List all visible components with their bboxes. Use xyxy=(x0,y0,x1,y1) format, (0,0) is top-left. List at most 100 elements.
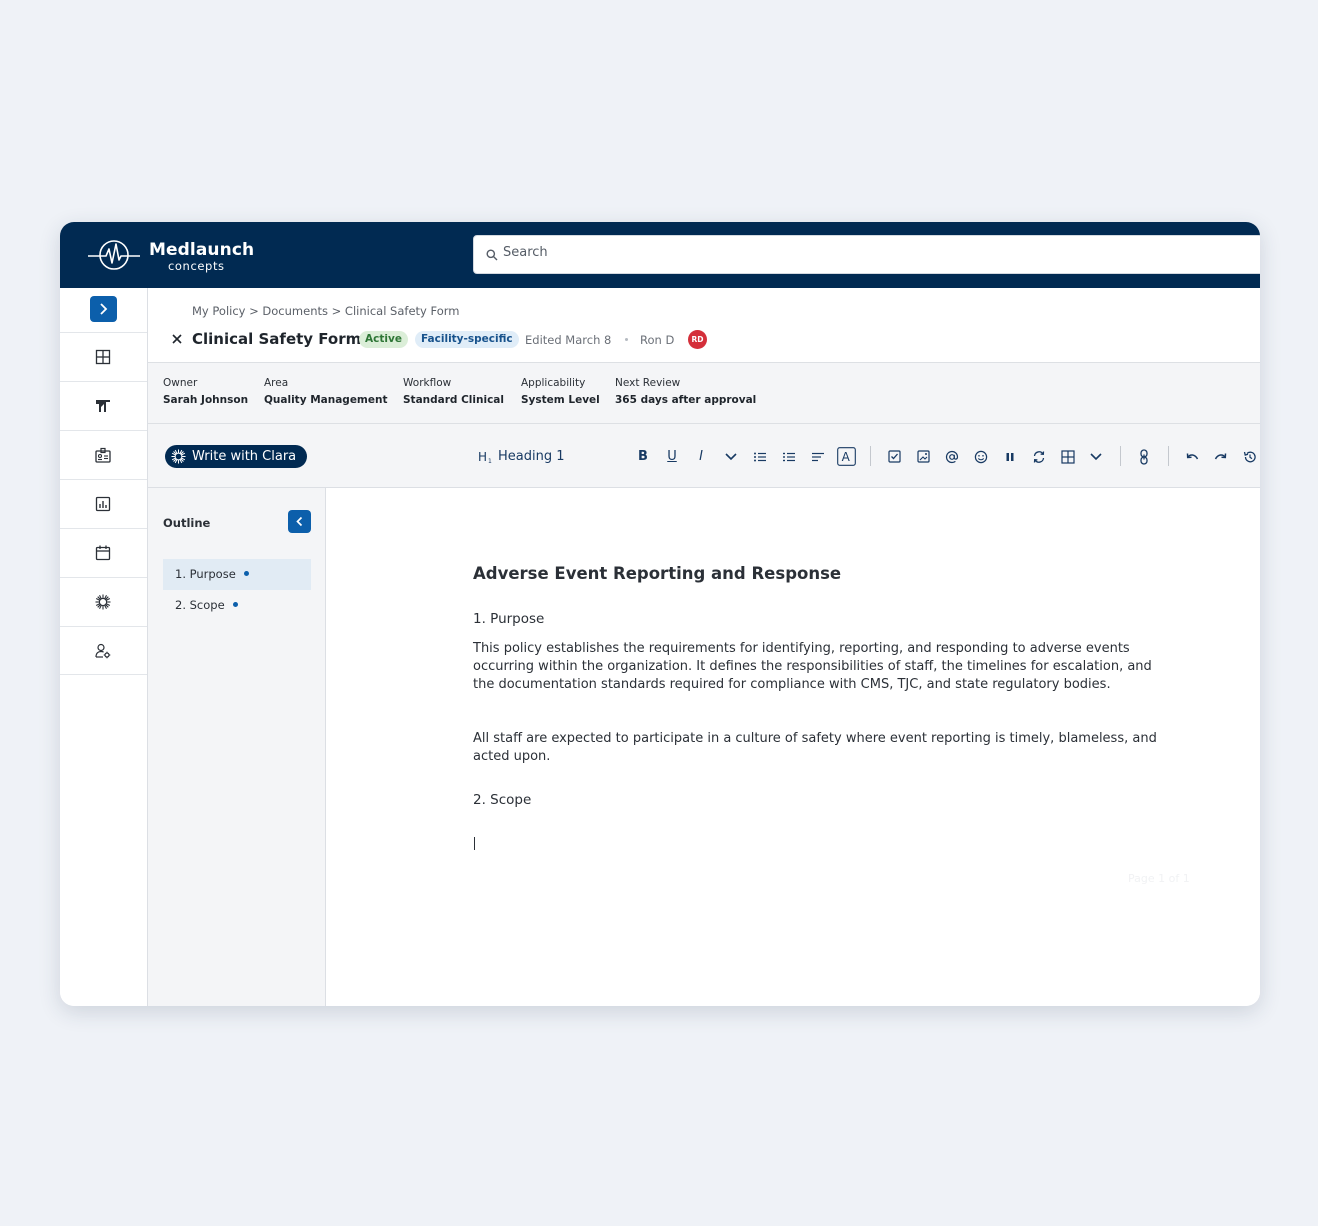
app-window: Medlaunch concepts Search My Policy > Do… xyxy=(60,222,1260,1006)
nav-item-calendar[interactable] xyxy=(60,528,147,577)
section-heading-purpose: 1. Purpose xyxy=(473,611,545,627)
undo-button[interactable] xyxy=(1184,447,1200,466)
pause-button[interactable] xyxy=(1002,447,1018,466)
meta-area-value: Quality Management xyxy=(264,394,388,406)
heading-icon: H1 xyxy=(478,450,492,464)
version-history-button[interactable] xyxy=(1242,447,1258,466)
outline-dot xyxy=(243,571,249,576)
more-insert-button[interactable] xyxy=(1088,447,1104,466)
meta-applicability-label: Applicability xyxy=(521,377,586,389)
outline-item-scope[interactable]: 2. Scope xyxy=(163,590,311,621)
clara-sparkle-icon xyxy=(171,449,186,464)
analytics-icon xyxy=(96,400,110,412)
top-bar: Medlaunch concepts xyxy=(60,222,1260,288)
svg-text:1: 1 xyxy=(488,458,492,464)
refresh-icon xyxy=(1033,450,1045,463)
insert-link-button[interactable] xyxy=(1136,447,1152,466)
edited-date: Edited March 8 xyxy=(525,333,612,347)
emoji-button[interactable] xyxy=(973,447,989,466)
nav-item-dashboard[interactable] xyxy=(60,332,147,381)
paragraph-culture: All staff are expected to participate in… xyxy=(473,731,1157,764)
redo-button[interactable] xyxy=(1213,447,1229,466)
outline-item-purpose[interactable]: 1. Purpose xyxy=(163,559,311,590)
sparkle-icon xyxy=(95,594,111,610)
calendar-icon xyxy=(95,545,111,561)
history-icon xyxy=(1243,451,1256,462)
bullet-list-button[interactable] xyxy=(752,447,768,466)
numbered-list-button[interactable] xyxy=(781,447,797,466)
status-badge: Active xyxy=(359,331,408,348)
italic-label: I xyxy=(699,449,703,464)
text-color-button[interactable]: A xyxy=(837,447,856,466)
search-input[interactable] xyxy=(503,245,1103,260)
collapse-outline-button[interactable] xyxy=(288,510,311,533)
svg-text:A: A xyxy=(842,450,851,464)
table-icon xyxy=(1061,449,1075,464)
more-formatting-button[interactable] xyxy=(723,447,739,466)
editor-document-title: Adverse Event Reporting and Response xyxy=(473,564,842,583)
nav-item-clara[interactable] xyxy=(60,577,147,626)
heading-select[interactable]: H1 Heading 1 xyxy=(478,447,565,466)
mention-button[interactable] xyxy=(944,447,960,466)
nav-item-analytics[interactable] xyxy=(60,381,147,430)
checkbox-icon xyxy=(887,450,901,463)
paragraph-purpose: This policy establishes the requirements… xyxy=(473,641,1152,692)
outline-item-label: 1. Purpose xyxy=(175,567,236,581)
underline-button[interactable]: U xyxy=(665,447,679,466)
meta-next-review-value: 365 days after approval xyxy=(615,394,757,406)
nav-item-credentials[interactable] xyxy=(60,430,147,479)
at-sign-icon xyxy=(945,450,959,463)
nav-rail xyxy=(60,288,148,1006)
link-icon xyxy=(1140,448,1148,465)
heading-select-label: Heading 1 xyxy=(498,449,565,464)
close-icon[interactable] xyxy=(170,332,184,346)
outline-title: Outline xyxy=(163,516,211,530)
insert-table-button[interactable] xyxy=(1060,447,1076,466)
search-box[interactable] xyxy=(473,235,1260,274)
write-with-clara-button[interactable]: Write with Clara xyxy=(165,445,307,468)
section-heading-scope: 2. Scope xyxy=(473,792,532,808)
bold-button[interactable]: B xyxy=(636,447,650,466)
bold-label: B xyxy=(638,449,648,464)
scope-badge: Facility-specific xyxy=(415,331,519,348)
meta-workflow-value: Standard Clinical xyxy=(403,394,504,406)
align-button[interactable] xyxy=(810,447,826,466)
expand-nav-button[interactable] xyxy=(90,296,117,322)
author-name: Ron D xyxy=(640,333,675,347)
insert-image-button[interactable] xyxy=(915,447,931,466)
brand-subtitle: concepts xyxy=(168,259,225,273)
chevron-right-icon xyxy=(100,303,108,315)
document-editor[interactable]: Adverse Event Reporting and Response 1. … xyxy=(326,488,1260,1006)
chevron-down-icon xyxy=(725,452,737,460)
editor-toolbar: Write with Clara H1 Heading 1 B U I A xyxy=(148,424,1260,488)
page-indicator: Page 1 of 1 xyxy=(1128,872,1190,885)
user-settings-icon xyxy=(95,643,111,659)
outline-panel: Outline 1. Purpose 2. Scope xyxy=(148,488,326,1006)
nav-item-user-settings[interactable] xyxy=(60,626,147,675)
pause-icon xyxy=(1006,452,1014,461)
sync-button[interactable] xyxy=(1031,447,1047,466)
undo-icon xyxy=(1186,452,1199,459)
metadata-strip: Owner Sarah Johnson Area Quality Managem… xyxy=(148,363,1260,424)
svg-text:H: H xyxy=(478,450,487,464)
avatar[interactable]: RD xyxy=(688,330,707,349)
nav-item-reports[interactable] xyxy=(60,479,147,528)
meta-workflow: Workflow Standard Clinical xyxy=(403,377,504,406)
meta-workflow-label: Workflow xyxy=(403,377,452,389)
heartbeat-logo-icon xyxy=(88,240,140,270)
numbered-list-icon xyxy=(783,452,795,461)
breadcrumb[interactable]: My Policy > Documents > Clinical Safety … xyxy=(192,304,459,318)
document-title: Clinical Safety Form xyxy=(192,330,362,348)
italic-button[interactable]: I xyxy=(694,447,708,466)
meta-area: Area Quality Management xyxy=(264,377,388,406)
chevron-left-icon xyxy=(296,516,303,527)
search-icon xyxy=(486,249,498,261)
meta-next-review: Next Review 365 days after approval xyxy=(615,377,756,406)
meta-applicability: Applicability System Level xyxy=(521,377,600,406)
text-caret xyxy=(474,837,475,850)
dashboard-icon xyxy=(95,349,111,365)
redo-icon xyxy=(1214,452,1227,459)
checklist-button[interactable] xyxy=(886,447,902,466)
chevron-down-icon xyxy=(1090,452,1102,460)
bullet-list-icon xyxy=(754,452,766,461)
